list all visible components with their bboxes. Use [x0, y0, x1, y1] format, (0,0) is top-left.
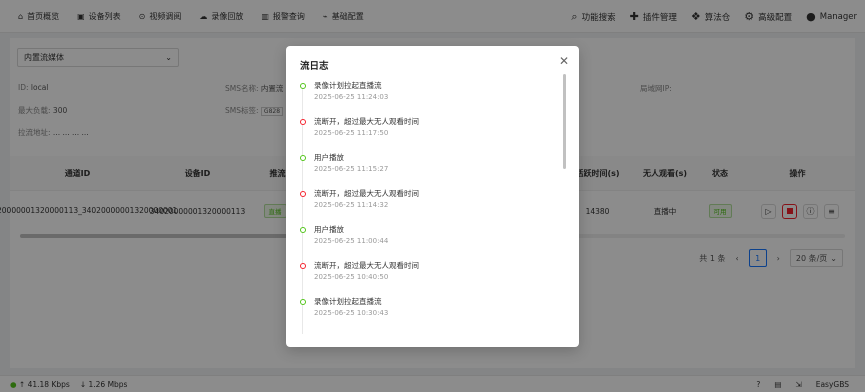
modal-title: 流日志: [300, 61, 329, 72]
log-time: 2025-06-25 11:17:50: [314, 129, 389, 137]
log-text: 录像计划拉起直播流: [314, 297, 382, 306]
timeline-item: 流断开，超过最大无人观看时间 2025-06-25 11:14:32: [300, 188, 550, 224]
timeline-item: 流断开，超过最大无人观看时间 2025-06-25 10:40:50: [300, 260, 550, 296]
log-text: 流断开，超过最大无人观看时间: [314, 261, 419, 270]
red-dot-icon: [300, 263, 306, 269]
green-dot-icon: [300, 155, 306, 161]
green-dot-icon: [300, 299, 306, 305]
log-time: 2025-06-25 10:30:43: [314, 309, 389, 317]
log-time: 2025-06-25 11:15:27: [314, 165, 389, 173]
timeline-item: 录像计划拉起直播流 2025-06-25 11:24:03: [300, 80, 550, 116]
red-dot-icon: [300, 119, 306, 125]
log-text: 流断开，超过最大无人观看时间: [314, 117, 419, 126]
timeline-item: 用户播放 2025-06-25 11:00:44: [300, 224, 550, 260]
green-dot-icon: [300, 227, 306, 233]
log-text: 用户播放: [314, 225, 344, 234]
timeline-item: 录像计划拉起直播流 2025-06-25 10:30:43: [300, 296, 550, 332]
log-text: 录像计划拉起直播流: [314, 81, 382, 90]
timeline-item: 流断开，超过最大无人观看时间 2025-06-25 11:17:50: [300, 116, 550, 152]
log-time: 2025-06-25 11:24:03: [314, 93, 389, 101]
log-timeline: 录像计划拉起直播流 2025-06-25 11:24:03 流断开，超过最大无人…: [300, 76, 564, 334]
log-time: 2025-06-25 11:14:32: [314, 201, 389, 209]
stream-log-modal: 流日志 ✕ 录像计划拉起直播流 2025-06-25 11:24:03 流断开，…: [286, 46, 579, 347]
log-time: 2025-06-25 10:40:50: [314, 273, 389, 281]
close-icon[interactable]: ✕: [559, 54, 569, 68]
modal-scrollbar[interactable]: [563, 74, 566, 169]
green-dot-icon: [300, 83, 306, 89]
log-text: 用户播放: [314, 153, 344, 162]
red-dot-icon: [300, 191, 306, 197]
log-text: 流断开，超过最大无人观看时间: [314, 189, 419, 198]
log-time: 2025-06-25 11:00:44: [314, 237, 389, 245]
timeline-item: 用户播放 2025-06-25 11:15:27: [300, 152, 550, 188]
